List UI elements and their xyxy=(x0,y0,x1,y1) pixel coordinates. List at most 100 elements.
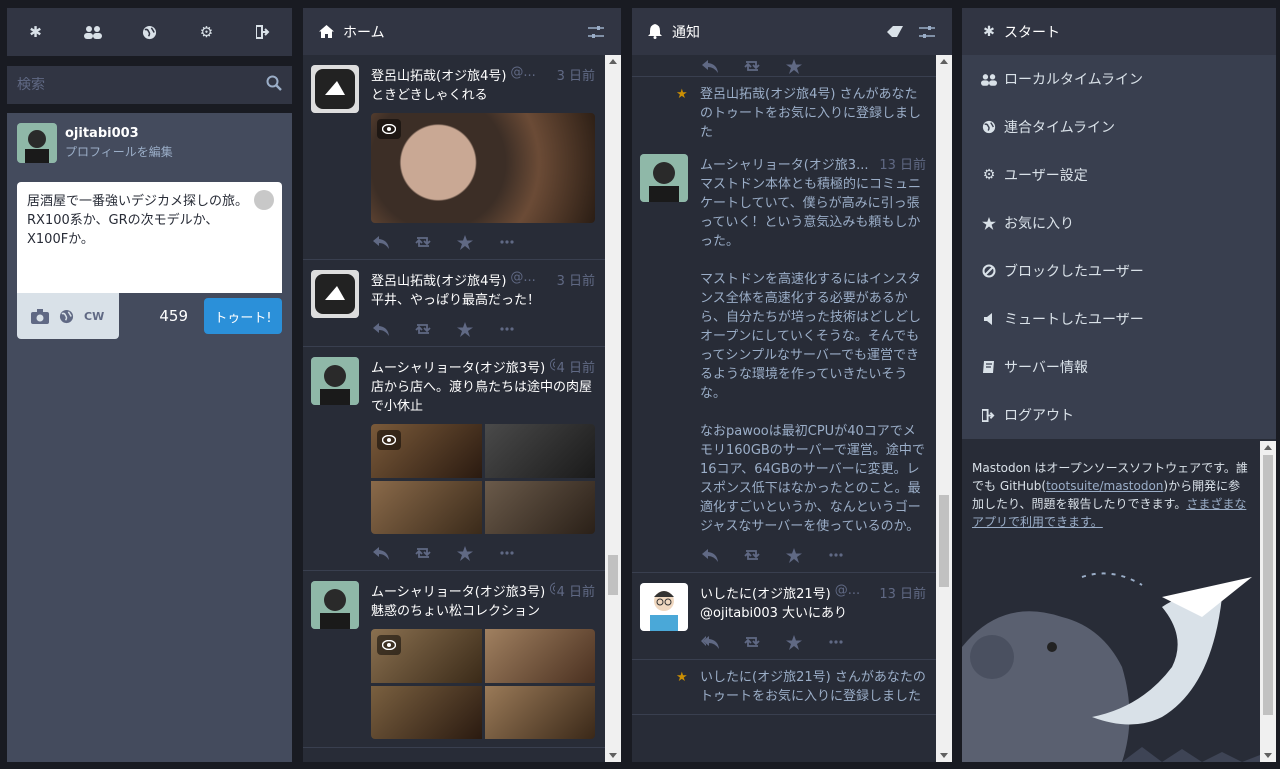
eye-icon[interactable] xyxy=(377,635,401,655)
sliders-icon[interactable] xyxy=(916,21,938,43)
boost-icon[interactable] xyxy=(413,320,433,338)
favourite-notification[interactable]: ★ いしたに(オジ旅21号) さんがあなたのトゥートをお気に入りに登録しました xyxy=(632,660,936,715)
avatar[interactable] xyxy=(311,65,359,113)
more-icon[interactable] xyxy=(826,546,846,564)
relative-time[interactable]: 4 日前 xyxy=(557,581,595,600)
boost-icon[interactable] xyxy=(413,544,433,562)
display-name[interactable]: ムーシャリョータ(オジ旅3... xyxy=(700,154,868,173)
relative-time[interactable]: 13 日前 xyxy=(879,583,926,602)
asterisk-icon[interactable]: ✱ xyxy=(25,21,47,43)
favourite-notification[interactable]: ★ 登呂山拓哉(オジ旅4号) さんがあなたのトゥートをお気に入りに登録しました xyxy=(632,77,936,150)
eye-icon[interactable] xyxy=(377,119,401,139)
start-header[interactable]: ✱ スタート xyxy=(962,8,1276,55)
logout-icon[interactable] xyxy=(253,21,275,43)
avatar[interactable] xyxy=(640,583,688,631)
scroll-thumb[interactable] xyxy=(608,555,618,595)
scroll-up-arrow[interactable] xyxy=(1264,445,1272,450)
people-icon[interactable] xyxy=(82,21,104,43)
reply-icon[interactable] xyxy=(371,320,391,338)
globe-icon[interactable] xyxy=(59,309,74,324)
home-scrollbar[interactable] xyxy=(605,55,621,762)
scroll-down-arrow[interactable] xyxy=(940,753,948,758)
media-photo[interactable] xyxy=(484,685,595,739)
media-photo[interactable] xyxy=(484,480,595,534)
status[interactable]: いしたに(オジ旅21号) @... 13 日前 @ojitabi003 大いにあ… xyxy=(632,573,936,660)
star-icon[interactable] xyxy=(784,57,804,75)
reply-all-icon[interactable] xyxy=(700,633,720,651)
avatar[interactable] xyxy=(311,270,359,318)
eye-icon[interactable] xyxy=(377,430,401,450)
boost-icon[interactable] xyxy=(742,546,762,564)
more-icon[interactable] xyxy=(497,320,517,338)
display-name[interactable]: 登呂山拓哉(オジ旅4号) xyxy=(371,65,506,84)
reply-icon[interactable] xyxy=(700,546,720,564)
status[interactable]: ムーシャリョータ(オジ旅3号) @... 4 日前 魅惑のちょい松コレクション xyxy=(303,571,605,748)
more-icon[interactable] xyxy=(497,233,517,251)
relative-time[interactable]: 13 日前 xyxy=(879,154,926,173)
toot-button[interactable]: トゥート! xyxy=(204,298,282,334)
scroll-down-arrow[interactable] xyxy=(609,753,617,758)
media-photo[interactable] xyxy=(371,113,595,223)
menu-item-federated-timeline[interactable]: 連合タイムライン xyxy=(962,103,1276,151)
media-photo[interactable] xyxy=(484,629,595,683)
search-input[interactable] xyxy=(17,77,266,93)
reply-icon[interactable] xyxy=(371,233,391,251)
star-icon[interactable] xyxy=(784,546,804,564)
menu-item-preferences[interactable]: ⚙ ユーザー設定 xyxy=(962,151,1276,199)
boost-icon[interactable] xyxy=(742,57,762,75)
more-icon[interactable] xyxy=(826,633,846,651)
menu-item-local-timeline[interactable]: ローカルタイムライン xyxy=(962,55,1276,103)
scroll-up-arrow[interactable] xyxy=(609,59,617,64)
display-name[interactable]: 登呂山拓哉(オジ旅4号) xyxy=(371,270,506,289)
scroll-up-arrow[interactable] xyxy=(940,59,948,64)
relative-time[interactable]: 3 日前 xyxy=(557,65,595,84)
boost-icon[interactable] xyxy=(413,233,433,251)
media-photo[interactable] xyxy=(371,480,482,534)
edit-profile-link[interactable]: プロフィールを編集 xyxy=(65,143,173,160)
status[interactable]: ムーシャリョータ(オジ旅3... 13 日前 マストドン本体とも積極的にコミュニ… xyxy=(632,150,936,573)
avatar[interactable] xyxy=(640,154,688,202)
content-warning-button[interactable]: CW xyxy=(84,310,104,323)
eraser-icon[interactable] xyxy=(884,21,906,43)
display-name[interactable]: いしたに(オジ旅21号) xyxy=(700,583,831,602)
media-photo[interactable] xyxy=(371,685,482,739)
menu-item-about[interactable]: サーバー情報 xyxy=(962,343,1276,391)
search-icon[interactable] xyxy=(266,75,282,95)
display-name[interactable]: ムーシャリョータ(オジ旅3号) xyxy=(371,357,545,376)
scroll-thumb[interactable] xyxy=(939,495,949,587)
home-column-header[interactable]: ホーム xyxy=(303,8,621,55)
camera-icon[interactable] xyxy=(31,308,49,324)
emoji-picker-icon[interactable] xyxy=(254,190,274,210)
sliders-icon[interactable] xyxy=(585,21,607,43)
compose-textarea[interactable]: 居酒屋で一番強いデジカメ探しの旅。 RX100系か、GRの次モデルか、 X100… xyxy=(17,182,282,293)
display-name[interactable]: ムーシャリョータ(オジ旅3号) xyxy=(371,581,545,600)
status[interactable]: 登呂山拓哉(オジ旅4号) @... 3 日前 平井、やっぱり最高だった！ xyxy=(303,260,605,347)
notifications-column-header[interactable]: 通知 xyxy=(632,8,952,55)
profile-username[interactable]: ojitabi003 xyxy=(65,126,173,141)
avatar[interactable] xyxy=(311,581,359,629)
star-icon[interactable] xyxy=(455,320,475,338)
home-timeline[interactable]: 登呂山拓哉(オジ旅4号) @... 3 日前 ときどきしゃくれる 登呂山拓哉(オ… xyxy=(303,55,605,762)
menu-item-blocks[interactable]: ブロックしたユーザー xyxy=(962,247,1276,295)
avatar[interactable] xyxy=(17,123,57,163)
status[interactable]: 登呂山拓哉(オジ旅4号) @... 3 日前 ときどきしゃくれる xyxy=(303,55,605,260)
menu-item-logout[interactable]: ログアウト xyxy=(962,391,1276,439)
star-icon[interactable] xyxy=(455,233,475,251)
notifications-scrollbar[interactable] xyxy=(936,55,952,762)
globe-icon[interactable] xyxy=(139,21,161,43)
scroll-thumb[interactable] xyxy=(1263,455,1273,715)
media-photo[interactable] xyxy=(484,424,595,478)
reply-icon[interactable] xyxy=(371,544,391,562)
boost-icon[interactable] xyxy=(742,633,762,651)
start-scrollbar[interactable] xyxy=(1260,441,1276,762)
star-icon[interactable] xyxy=(455,544,475,562)
gear-icon[interactable]: ⚙ xyxy=(196,21,218,43)
media-gallery[interactable] xyxy=(371,113,595,223)
scroll-down-arrow[interactable] xyxy=(1264,753,1272,758)
menu-item-favourites[interactable]: お気に入り xyxy=(962,199,1276,247)
relative-time[interactable]: 3 日前 xyxy=(557,270,595,289)
media-gallery[interactable] xyxy=(371,629,595,739)
more-icon[interactable] xyxy=(497,544,517,562)
notifications-list[interactable]: ★ 登呂山拓哉(オジ旅4号) さんがあなたのトゥートをお気に入りに登録しました … xyxy=(632,55,936,762)
avatar[interactable] xyxy=(311,357,359,405)
